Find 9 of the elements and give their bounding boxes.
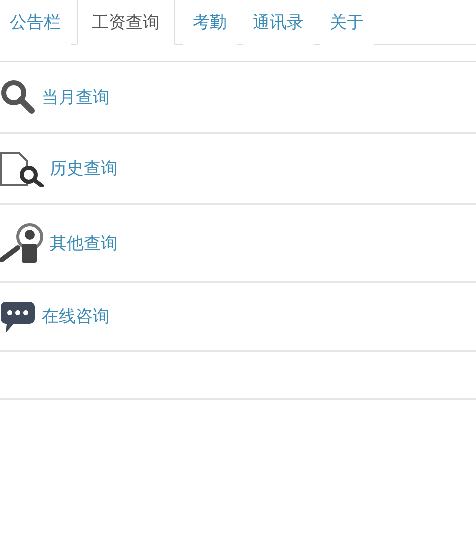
- search-icon: [0, 79, 36, 115]
- tab[interactable]: 工资查询: [77, 0, 175, 45]
- person-search-icon: [0, 222, 44, 264]
- chat-icon: [0, 300, 36, 334]
- menu-item-label[interactable]: 历史查询: [50, 157, 118, 180]
- menu-item-label[interactable]: 当月查询: [42, 86, 110, 108]
- document-search-icon: [0, 150, 44, 186]
- menu-item-label[interactable]: 其他查询: [50, 232, 118, 254]
- menu-item-label[interactable]: 在线咨询: [42, 305, 110, 328]
